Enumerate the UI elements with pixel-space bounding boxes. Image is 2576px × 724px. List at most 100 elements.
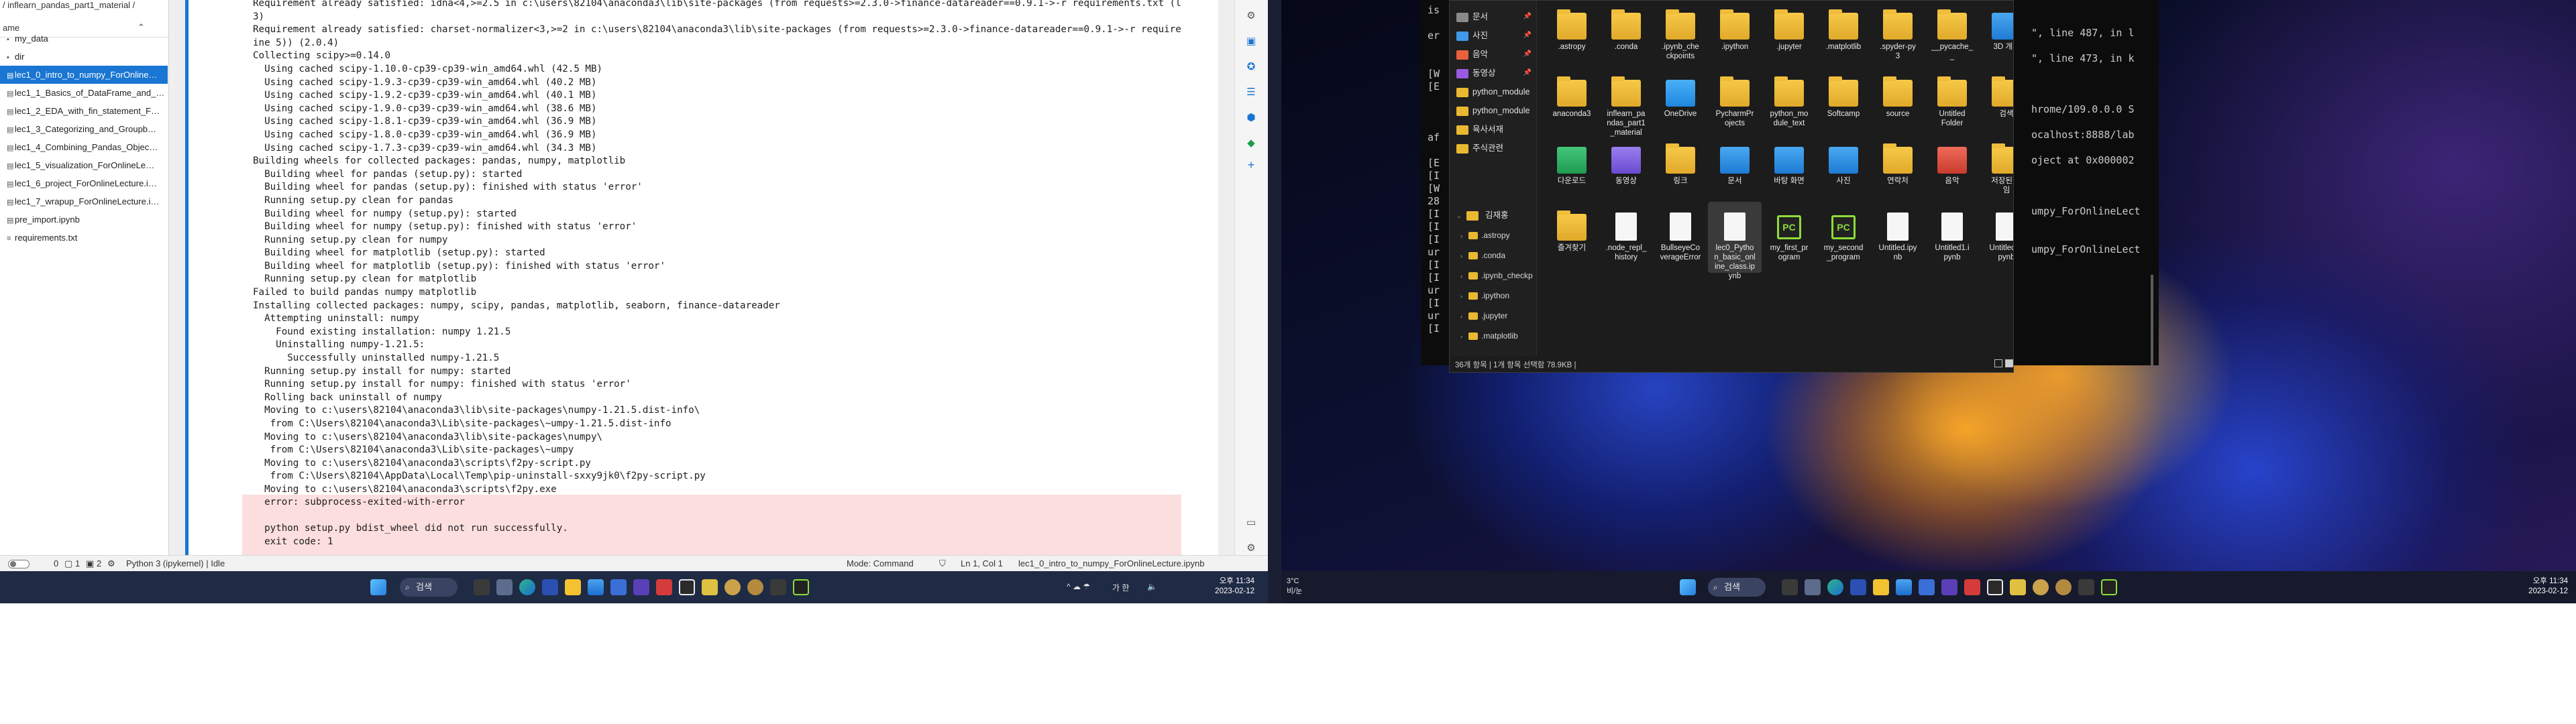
file-browser-item[interactable]: ▪ my_data xyxy=(0,29,168,48)
explorer-item[interactable]: .conda xyxy=(1599,1,1653,72)
edge-icon[interactable] xyxy=(519,579,535,595)
input-method[interactable]: 가 한 xyxy=(1112,582,1129,593)
explorer-item[interactable]: 즐겨찾기 xyxy=(1545,202,1599,273)
tiles-view-icon[interactable] xyxy=(2005,359,2013,367)
explorer-item[interactable]: PC my_second _program xyxy=(1817,202,1870,273)
explorer-item[interactable]: __pycache_ _ xyxy=(1925,1,1979,72)
explorer-item[interactable]: .node_repl_ history xyxy=(1599,202,1653,273)
explorer-item[interactable]: 바탕 화면 xyxy=(1762,135,1816,206)
terminal-app-icon[interactable] xyxy=(770,579,786,595)
tree-root-user[interactable]: ⌄ 김재홍 xyxy=(1456,206,1536,225)
explorer-item[interactable]: Untitled.ipy nb xyxy=(1871,202,1925,273)
app-icon-face-2[interactable] xyxy=(747,579,763,595)
explorer-item[interactable]: OneDrive xyxy=(1654,68,1707,139)
explorer-item[interactable]: 저장된 게 임 xyxy=(1980,135,2013,206)
app-icon-purple[interactable] xyxy=(1941,579,1957,595)
explorer-item[interactable]: 검색 xyxy=(1980,68,2013,139)
app-icon-face[interactable] xyxy=(724,579,741,595)
app-icon-red[interactable] xyxy=(1964,579,1980,595)
explorer-item[interactable]: PC my_first_pr ogram xyxy=(1762,202,1816,273)
app-icon-blue[interactable] xyxy=(1850,579,1866,595)
quick-access-item[interactable]: python_module xyxy=(1456,82,1536,101)
start-button[interactable] xyxy=(1680,579,1696,595)
cursor-position[interactable]: Ln 1, Col 1 xyxy=(961,558,1003,568)
explorer-item[interactable]: 사진 xyxy=(1817,135,1870,206)
file-browser-item[interactable]: ▤ lec1_0_intro_to_numpy_ForOnline… xyxy=(0,66,168,84)
explorer-item[interactable]: 다운로드 xyxy=(1545,135,1599,206)
chevron-right-icon[interactable]: › xyxy=(1460,248,1468,264)
app-icon-face-2[interactable] xyxy=(2055,579,2072,595)
edge-icon[interactable] xyxy=(1827,579,1843,595)
notes-icon[interactable] xyxy=(702,579,718,595)
explorer-item[interactable]: 3D 개체 xyxy=(1980,1,2013,72)
explorer-item[interactable]: Untitled Folder xyxy=(1925,68,1979,139)
explorer-item[interactable]: .spyder-py 3 xyxy=(1871,1,1925,72)
quick-access-item[interactable]: 동영상 📌 xyxy=(1456,64,1536,82)
file-browser-item[interactable]: ▤ pre_import.ipynb xyxy=(0,210,168,229)
file-browser-item[interactable]: ≡ requirements.txt xyxy=(0,229,168,247)
chevron-right-icon[interactable]: › xyxy=(1460,308,1468,324)
explorer-item[interactable]: 음악 xyxy=(1925,135,1979,206)
breadcrumb[interactable]: / inflearn_pandas_part1_material / xyxy=(3,0,166,13)
terminals-count[interactable]: 0 xyxy=(54,558,58,568)
speaker-icon[interactable]: 🔈 xyxy=(1147,582,1157,591)
simple-mode-toggle[interactable] xyxy=(8,560,30,568)
chevron-right-icon[interactable]: › xyxy=(1460,228,1468,244)
comment-icon[interactable]: ▭ xyxy=(1244,516,1258,530)
extension-icon[interactable]: ✪ xyxy=(1244,60,1258,74)
table-of-contents-icon[interactable]: ☰ xyxy=(1244,86,1258,99)
details-view-icon[interactable] xyxy=(1994,359,2002,367)
chevron-down-icon[interactable]: ⌄ xyxy=(1456,206,1464,225)
git-icon[interactable]: ◆ xyxy=(1244,137,1258,150)
explorer-item[interactable]: Softcamp xyxy=(1817,68,1870,139)
panel-splitter[interactable] xyxy=(169,0,174,555)
file-browser-item[interactable]: ▤ lec1_4_Combining_Pandas_Objec… xyxy=(0,138,168,156)
explorer-item[interactable]: 링크 xyxy=(1654,135,1707,206)
folder-tree-item[interactable]: › .ipython xyxy=(1460,288,1519,304)
file-explorer-icon[interactable] xyxy=(1873,579,1889,595)
explorer-item[interactable]: python_mo dule_text xyxy=(1762,68,1816,139)
folder-tree-item[interactable]: › .matplotlib xyxy=(1460,328,1519,344)
widgets-icon[interactable] xyxy=(1805,579,1821,595)
task-view-icon[interactable] xyxy=(474,579,490,595)
app-icon-blue[interactable] xyxy=(542,579,558,595)
explorer-item[interactable]: .matplotlib xyxy=(1817,1,1870,72)
explorer-item[interactable]: .ipython xyxy=(1708,1,1762,72)
explorer-item[interactable]: .jupyter xyxy=(1762,1,1816,72)
chevron-right-icon[interactable]: › xyxy=(1460,328,1468,345)
mail-icon[interactable] xyxy=(610,579,627,595)
app-icon-purple[interactable] xyxy=(633,579,649,595)
taskbar-clock[interactable]: 오후 11:34 2023-02-12 xyxy=(1201,577,1254,597)
chevron-right-icon[interactable]: › xyxy=(1460,288,1468,304)
folder-tree-item[interactable]: › .astropy xyxy=(1460,227,1519,243)
sessions-count[interactable]: 2 xyxy=(97,558,101,568)
folder-tree-item[interactable]: › .jupyter xyxy=(1460,308,1519,324)
file-browser-item[interactable]: ▤ lec1_7_wrapup_ForOnlineLecture.i… xyxy=(0,192,168,210)
taskbar-clock[interactable]: 오후 11:34 2023-02-12 xyxy=(2514,577,2568,597)
explorer-item[interactable]: inflearn_pa ndas_part1 _material xyxy=(1599,68,1653,139)
quick-access-item[interactable]: python_module xyxy=(1456,101,1536,120)
file-browser-item[interactable]: ▪ dir xyxy=(0,48,168,66)
file-browser-item[interactable]: ▤ lec1_3_Categorizing_and_Groupb… xyxy=(0,120,168,138)
explorer-item[interactable]: .ipynb_che ckpoints xyxy=(1654,1,1707,72)
quick-access-item[interactable]: 음악 📌 xyxy=(1456,45,1536,64)
file-browser-item[interactable]: ▤ lec1_5_visualization_ForOnlineLe… xyxy=(0,156,168,174)
explorer-item[interactable]: 문서 xyxy=(1708,135,1762,206)
explorer-item[interactable]: BullseyeCo verageError xyxy=(1654,202,1707,273)
pycharm-icon[interactable] xyxy=(2101,579,2117,595)
app-icon-face[interactable] xyxy=(2033,579,2049,595)
terminal-app-icon[interactable] xyxy=(2078,579,2094,595)
system-tray-icons[interactable]: ^ ☁ ☂ xyxy=(1067,582,1090,591)
settings-gear-icon[interactable]: ⚙ xyxy=(1244,542,1258,555)
start-button[interactable] xyxy=(370,579,386,595)
explorer-item[interactable]: 동영상 xyxy=(1599,135,1653,206)
debugger-icon[interactable]: ⬢ xyxy=(1244,111,1258,125)
explorer-item[interactable]: 연락처 xyxy=(1871,135,1925,206)
app-icon-dark[interactable] xyxy=(679,579,695,595)
chevron-right-icon[interactable]: › xyxy=(1460,268,1468,284)
property-inspector-icon[interactable]: ▣ xyxy=(1244,35,1258,48)
notebook-mode[interactable]: Mode: Command xyxy=(847,558,914,568)
taskbar-search[interactable]: ⌕ 검색 xyxy=(400,578,458,597)
file-browser-item[interactable]: ▤ lec1_2_EDA_with_fin_statement_F… xyxy=(0,102,168,120)
add-icon[interactable]: + xyxy=(1244,158,1258,172)
